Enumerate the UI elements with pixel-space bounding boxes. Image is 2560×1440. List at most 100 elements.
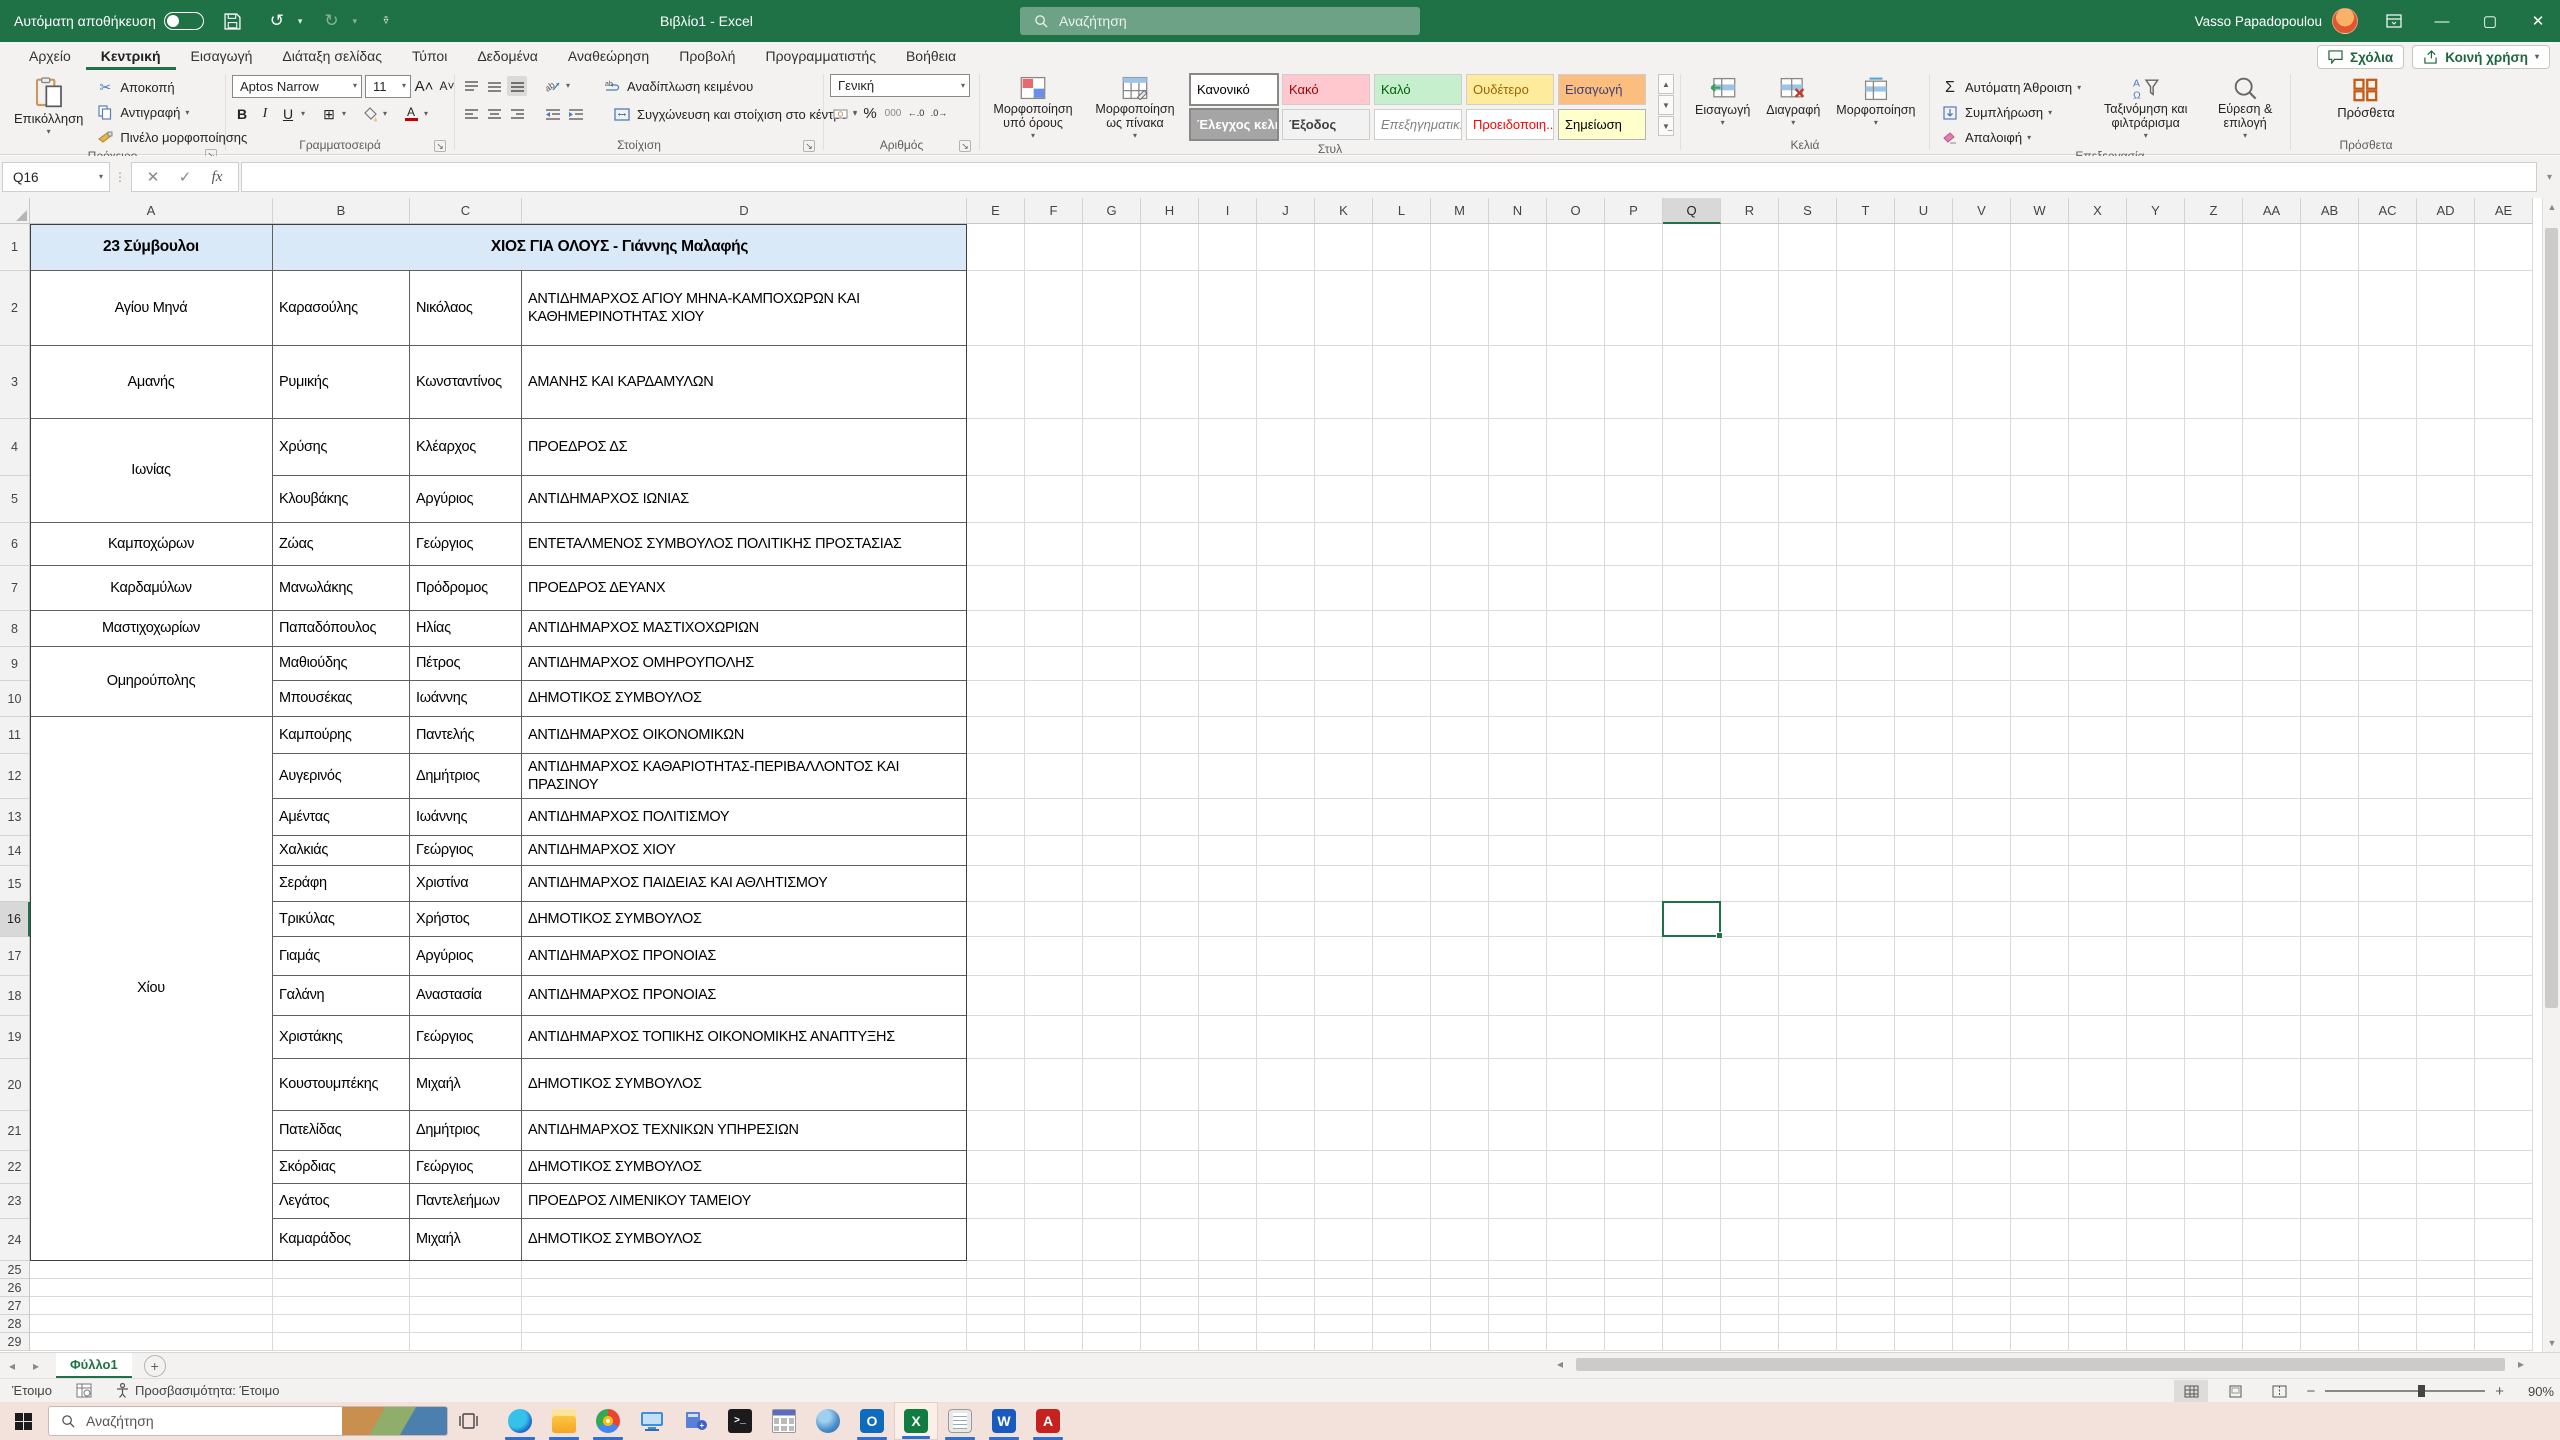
decrease-indent-icon[interactable] (543, 104, 563, 124)
zoom-slider[interactable] (2325, 1390, 2485, 1392)
ribbon-tab-9[interactable]: Βοήθεια (891, 44, 971, 70)
formula-input[interactable] (241, 162, 2537, 192)
row-header-6[interactable]: 6 (0, 523, 30, 566)
grow-font-icon[interactable]: A˄ (414, 76, 434, 96)
cell-D22[interactable]: ΔΗΜΟΤΙΚΟΣ ΣΥΜΒΟΥΛΟΣ (522, 1151, 967, 1184)
shrink-font-icon[interactable]: A˅ (437, 76, 457, 96)
fill-button[interactable]: Συμπλήρωση▾ (1936, 101, 2085, 124)
horizontal-scrollbar[interactable]: ◂ ▸ (1548, 1354, 2533, 1374)
column-header-W[interactable]: W (2011, 198, 2069, 224)
ribbon-tab-8[interactable]: Προγραμματιστής (750, 44, 891, 70)
cell-style-chip[interactable]: Προειδοποιη... (1466, 109, 1554, 140)
row-header-18[interactable]: 18 (0, 976, 30, 1016)
column-header-L[interactable]: L (1373, 198, 1431, 224)
sort-filter-button[interactable]: AΩ Ταξινόμηση και φιλτράρισμα▾ (2095, 74, 2196, 142)
cell-D17[interactable]: ΑΝΤΙΔΗΜΑΡΧΟΣ ΠΡΟΝΟΙΑΣ (522, 937, 967, 976)
bold-button[interactable]: B (232, 104, 252, 124)
row-header-8[interactable]: 8 (0, 611, 30, 647)
increase-indent-icon[interactable] (566, 104, 586, 124)
column-header-X[interactable]: X (2069, 198, 2127, 224)
accounting-format-icon[interactable] (830, 103, 850, 123)
cell-D9[interactable]: ΑΝΤΙΔΗΜΑΡΧΟΣ ΟΜΗΡΟΥΠΟΛΗΣ (522, 647, 967, 681)
toggle-track[interactable] (164, 12, 204, 30)
selected-cell-Q16[interactable] (1662, 901, 1721, 937)
gallery-down-icon[interactable]: ▼ (1658, 95, 1674, 115)
cell-C19[interactable]: Γεώργιος (410, 1016, 522, 1059)
column-header-V[interactable]: V (1953, 198, 2011, 224)
column-header-AD[interactable]: AD (2417, 198, 2475, 224)
row-header-16[interactable]: 16 (0, 902, 30, 937)
orientation-icon[interactable]: ab (543, 76, 563, 96)
undo-icon[interactable]: ↺ (262, 8, 292, 34)
normal-view-button[interactable] (2174, 1380, 2208, 1402)
sheet-prev-icon[interactable]: ◂ (0, 1359, 24, 1373)
cell-style-chip[interactable]: Καλό (1374, 74, 1462, 105)
insert-function-icon[interactable]: fx (202, 164, 232, 190)
cell-style-chip[interactable]: Εισαγωγή (1558, 74, 1646, 105)
cell-D2[interactable]: ΑΝΤΙΔΗΜΑΡΧΟΣ ΑΓΙΟΥ ΜΗΝΑ-ΚΑΜΠΟΧΩΡΩΝ ΚΑΙ Κ… (522, 271, 967, 346)
cell-B7[interactable]: Μανωλάκης (273, 566, 410, 611)
cell-C11[interactable]: Παντελής (410, 717, 522, 754)
cell-B2[interactable]: Καρασούλης (273, 271, 410, 346)
column-header-AE[interactable]: AE (2475, 198, 2533, 224)
cell-B6[interactable]: Ζώας (273, 523, 410, 566)
taskbar-app-word[interactable]: W (982, 1402, 1026, 1440)
column-header-J[interactable]: J (1257, 198, 1315, 224)
decrease-decimal-icon[interactable]: .0→ (929, 103, 949, 123)
ribbon-tab-3[interactable]: Διάταξη σελίδας (267, 44, 397, 70)
row-header-5[interactable]: 5 (0, 476, 30, 523)
cell-style-chip[interactable]: Κακό (1282, 74, 1370, 105)
align-left-icon[interactable] (461, 104, 481, 124)
cell-C13[interactable]: Ιωάννης (410, 799, 522, 836)
cell-D20[interactable]: ΔΗΜΟΤΙΚΟΣ ΣΥΜΒΟΥΛΟΣ (522, 1059, 967, 1111)
column-header-D[interactable]: D (522, 198, 967, 224)
column-header-K[interactable]: K (1315, 198, 1373, 224)
column-header-P[interactable]: P (1605, 198, 1663, 224)
addins-button[interactable]: Πρόσθετα (2329, 74, 2403, 123)
taskbar-app-device-manager[interactable]: + (674, 1402, 718, 1440)
autosave-toggle[interactable]: Αυτόματη αποθήκευση (14, 12, 204, 30)
cell-B22[interactable]: Σκόρδιας (273, 1151, 410, 1184)
cell-C6[interactable]: Γεώργιος (410, 523, 522, 566)
cell-B21[interactable]: Πατελίδας (273, 1111, 410, 1151)
cell-C3[interactable]: Κωνσταντίνος (410, 346, 522, 419)
cell-C18[interactable]: Αναστασία (410, 976, 522, 1016)
cell-C15[interactable]: Χριστίνα (410, 866, 522, 902)
cell-style-chip[interactable]: Επεξηγηματικ... (1374, 109, 1462, 140)
column-header-Q[interactable]: Q (1663, 198, 1721, 224)
scroll-down-icon[interactable]: ▼ (2543, 1334, 2560, 1352)
sheet-next-icon[interactable]: ▸ (24, 1359, 48, 1373)
cell-D3[interactable]: ΑΜΑΝΗΣ ΚΑΙ ΚΑΡΔΑΜΥΛΩΝ (522, 346, 967, 419)
cell-B24[interactable]: Καμαράδος (273, 1219, 410, 1261)
cell-B17[interactable]: Γιαμάς (273, 937, 410, 976)
cell-C16[interactable]: Χρήστος (410, 902, 522, 937)
align-bottom-icon[interactable] (507, 76, 527, 96)
vertical-scrollbar[interactable]: ▲ ▼ (2542, 198, 2560, 1352)
column-header-M[interactable]: M (1431, 198, 1489, 224)
hscroll-right-icon[interactable]: ▸ (2509, 1357, 2533, 1371)
cell-A11[interactable]: Χίου (30, 717, 273, 1261)
align-top-icon[interactable] (461, 76, 481, 96)
cell-D8[interactable]: ΑΝΤΙΔΗΜΑΡΧΟΣ ΜΑΣΤΙΧΟΧΩΡΙΩΝ (522, 611, 967, 647)
start-button[interactable] (0, 1402, 46, 1440)
cell-style-chip[interactable]: Κανονικό (1190, 74, 1278, 105)
cell-C20[interactable]: Μιχαήλ (410, 1059, 522, 1111)
cell-style-chip[interactable]: Έλεγχος κελιού (1190, 109, 1278, 140)
cell-B1[interactable]: ΧΙΟΣ ΓΙΑ ΟΛΟΥΣ - Γιάννης Μαλαφής (273, 224, 967, 271)
cell-D5[interactable]: ΑΝΤΙΔΗΜΑΡΧΟΣ ΙΩΝΙΑΣ (522, 476, 967, 523)
add-sheet-button[interactable]: + (144, 1355, 166, 1377)
borders-icon[interactable]: ⊞ (319, 104, 339, 124)
zoom-level[interactable]: 90% (2514, 1384, 2554, 1399)
column-header-I[interactable]: I (1199, 198, 1257, 224)
wrap-text-button[interactable]: ab Αναδίπλωση κειμένου (598, 75, 757, 98)
alignment-dialog-launcher-icon[interactable]: ↘ (803, 140, 815, 152)
cell-A8[interactable]: Μαστιχοχωρίων (30, 611, 273, 647)
font-dialog-launcher-icon[interactable]: ↘ (434, 140, 446, 152)
align-right-icon[interactable] (507, 104, 527, 124)
restore-button[interactable]: ▢ (2468, 0, 2512, 42)
cell-A4[interactable]: Ιωνίας (30, 419, 273, 523)
cell-B20[interactable]: Κουστουμπέκης (273, 1059, 410, 1111)
close-button[interactable]: ✕ (2516, 0, 2560, 42)
find-select-button[interactable]: Εύρεση & επιλογή▾ (2206, 74, 2284, 142)
share-button[interactable]: Κοινή χρήση ▾ (2412, 45, 2550, 69)
